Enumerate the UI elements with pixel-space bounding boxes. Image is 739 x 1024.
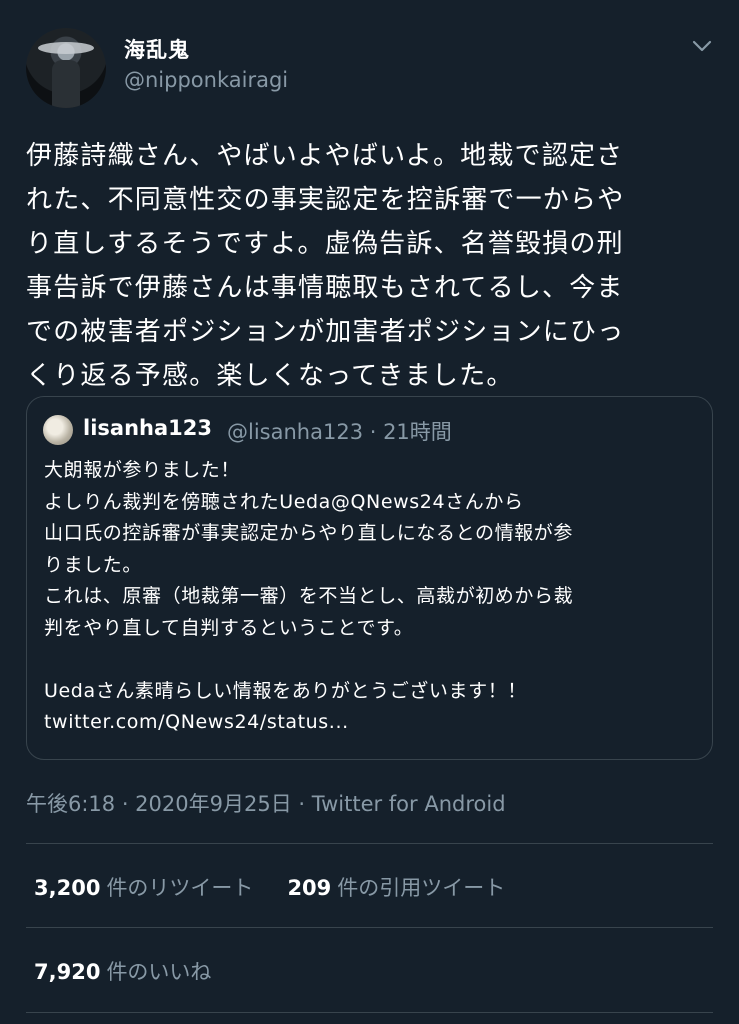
quoted-author-meta: @lisanha123 · 21時間 — [227, 420, 452, 444]
retweet-label[interactable]: 件のリツイート — [106, 876, 253, 900]
author-display-name[interactable]: 海乱鬼 — [124, 34, 190, 64]
tweet-text: 伊藤詩織さん、やばいよやばいよ。地裁で認定さ れた、不同意性交の事実認定を控訴審… — [26, 141, 625, 391]
like-count[interactable]: 7,920 — [34, 960, 100, 984]
quote-count[interactable]: 209 — [287, 876, 331, 900]
divider — [26, 843, 713, 844]
tweet-detail-page: 海乱鬼 @nipponkairagi 伊藤詩織さん、やばいよやばいよ。地裁で認定… — [0, 0, 739, 1024]
avatar-figure-shape — [52, 60, 80, 108]
retweet-count[interactable]: 3,200 — [34, 876, 100, 900]
divider — [26, 1012, 713, 1013]
avatar-hat-shape — [38, 42, 94, 54]
tweet-timestamp[interactable]: 午後6:18 · 2020年9月25日 · Twitter for Androi… — [26, 788, 506, 818]
quoted-author-name: lisanha123 — [83, 416, 212, 440]
quote-label[interactable]: 件の引用ツイート — [337, 876, 505, 900]
like-stats: 7,920 件のいいね — [34, 956, 211, 986]
like-label[interactable]: 件のいいね — [106, 960, 211, 984]
quoted-author-avatar — [43, 415, 73, 445]
quoted-tweet-card[interactable]: lisanha123 @lisanha123 · 21時間 大朗報が参りました！… — [26, 396, 713, 760]
quoted-tweet-text: 大朗報が参りました！ よしりん裁判を傍聴されたUeda@QNews24さんから … — [44, 459, 574, 733]
divider — [26, 927, 713, 928]
author-avatar[interactable] — [26, 28, 106, 108]
chevron-down-icon[interactable] — [690, 36, 714, 56]
retweet-stats: 3,200 件のリツイート 209 件の引用ツイート — [34, 872, 505, 902]
author-handle[interactable]: @nipponkairagi — [124, 68, 288, 92]
